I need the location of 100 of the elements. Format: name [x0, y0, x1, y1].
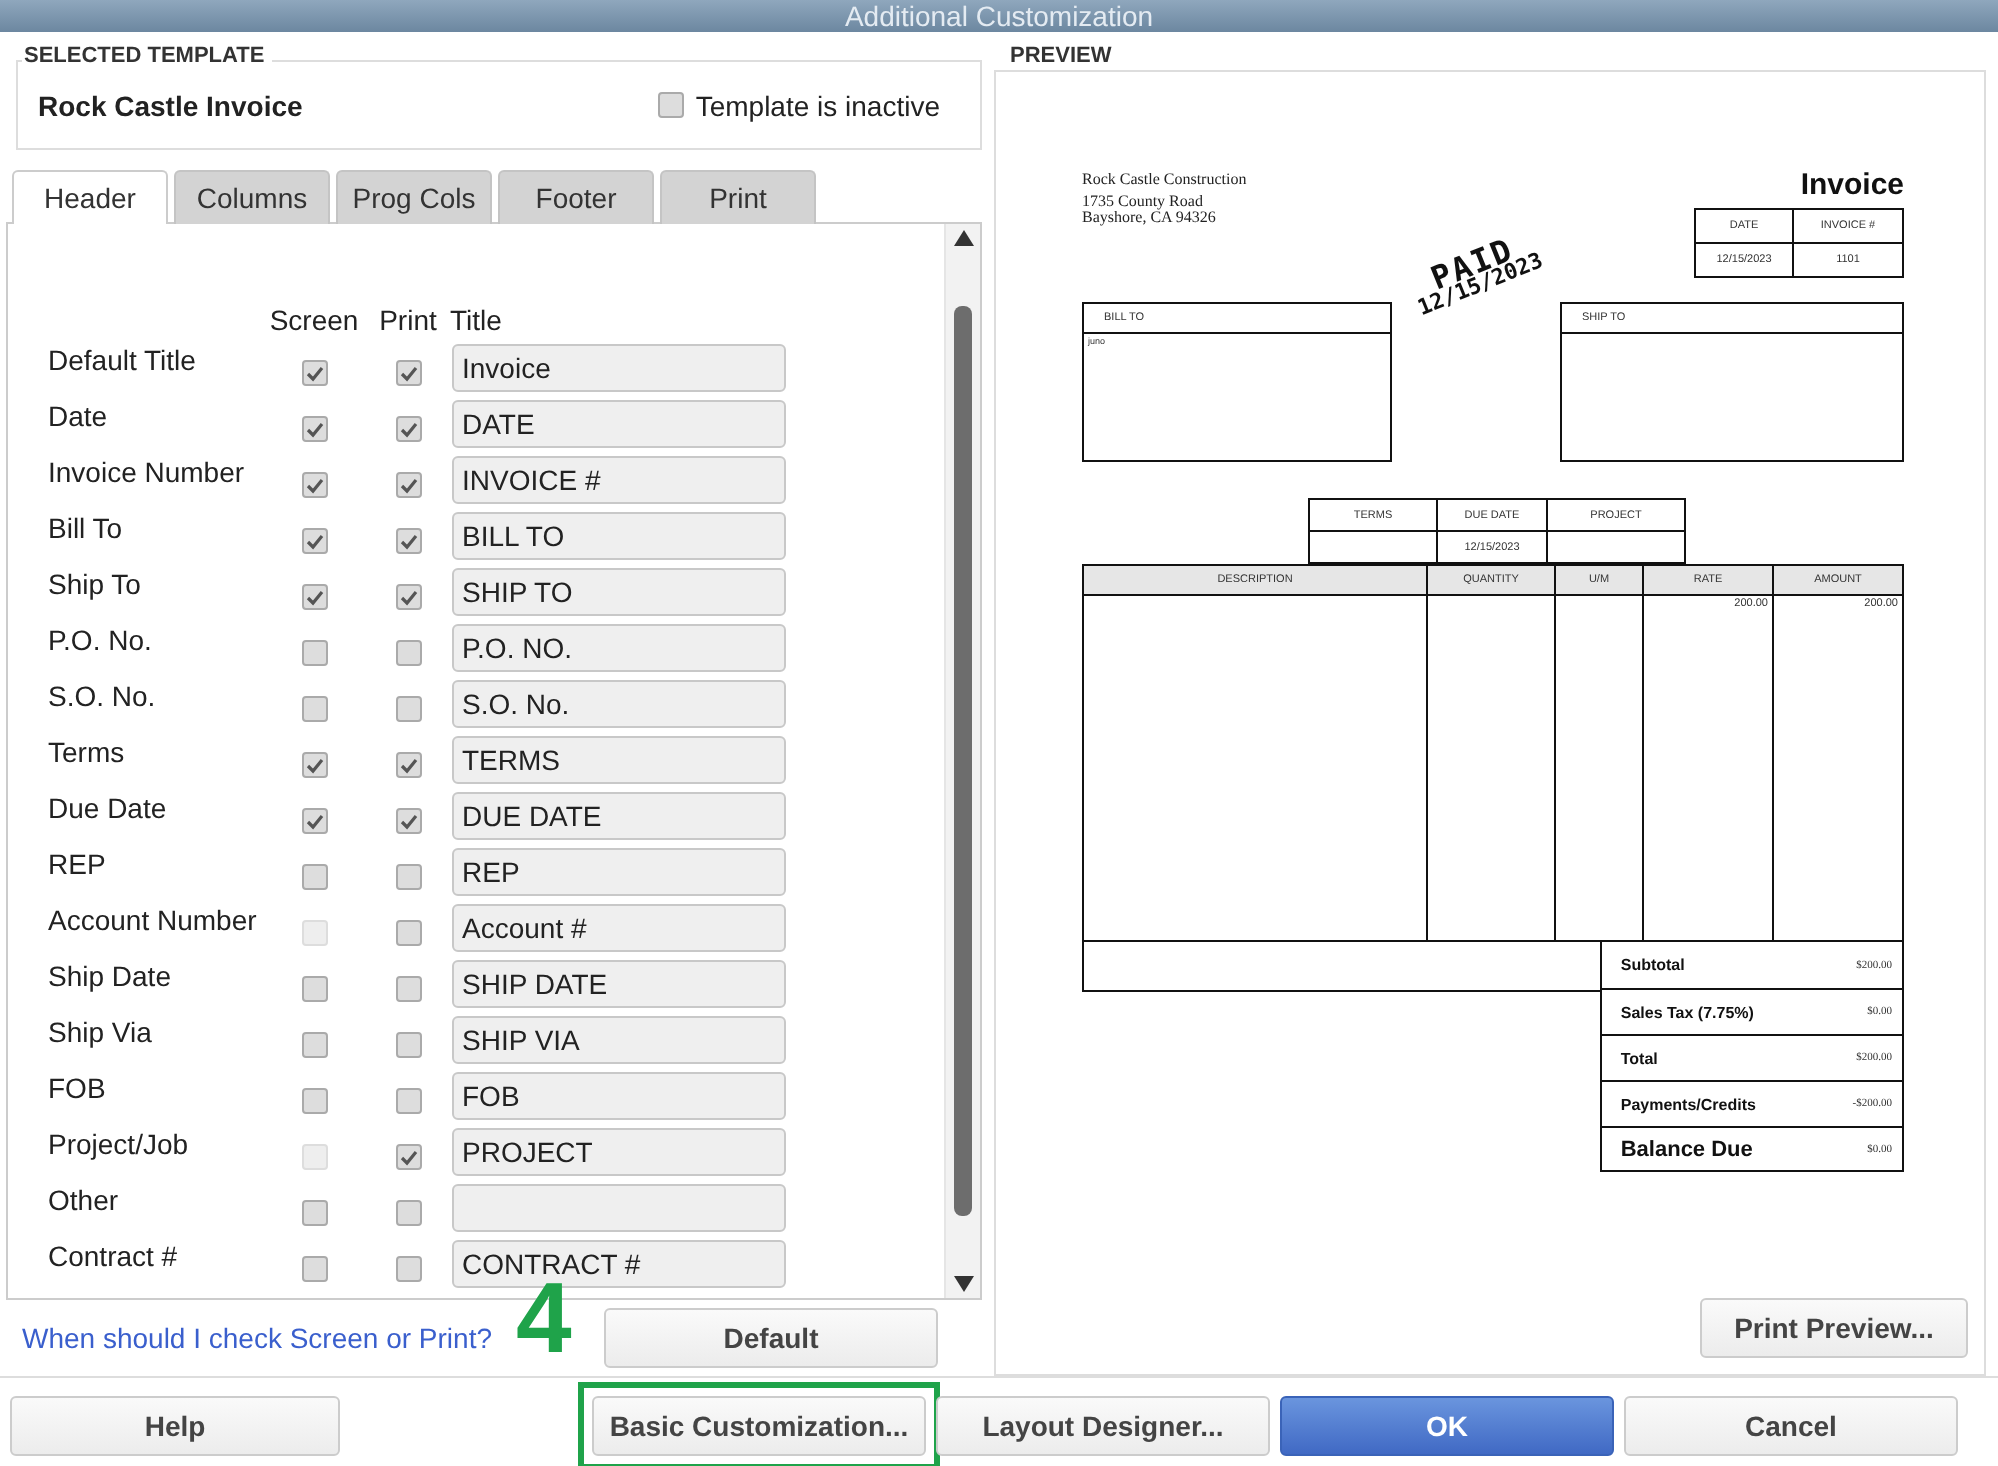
- check-icon: [305, 757, 323, 773]
- field-label: REP: [48, 848, 108, 880]
- checkbox[interactable]: [301, 752, 327, 778]
- checkbox[interactable]: [301, 640, 327, 666]
- checkbox[interactable]: [301, 1088, 327, 1114]
- template-name: Rock Castle Invoice: [38, 89, 303, 121]
- invoice-title: Invoice: [1800, 168, 1904, 202]
- field-label: Ship Date: [48, 960, 173, 992]
- dialog-button[interactable]: Layout Designer...: [936, 1396, 1270, 1456]
- check-icon: [305, 813, 323, 829]
- tab[interactable]: Prog Cols: [336, 170, 492, 224]
- checkbox[interactable]: [301, 864, 327, 890]
- checkbox[interactable]: [301, 416, 327, 442]
- checkbox[interactable]: [395, 584, 421, 610]
- company-address: 1735 County Road Bayshore, CA 94326: [1082, 194, 1218, 226]
- dialog-button[interactable]: OK: [1280, 1396, 1614, 1456]
- preview-legend: PREVIEW: [1010, 44, 1986, 68]
- title-field[interactable]: Invoice: [452, 344, 786, 392]
- checkbox[interactable]: [395, 752, 421, 778]
- field-label: Terms: [48, 736, 127, 768]
- total-label: Total: [1620, 1049, 1658, 1067]
- checkbox[interactable]: [301, 360, 327, 386]
- checkbox[interactable]: [395, 1200, 421, 1226]
- scrollbar[interactable]: [944, 224, 980, 1298]
- title-field[interactable]: DATE: [452, 400, 786, 448]
- title-field[interactable]: [452, 1184, 786, 1232]
- field-label: Contract #: [48, 1240, 180, 1272]
- title-field[interactable]: P.O. NO.: [452, 624, 786, 672]
- total-label: Payments/Credits: [1620, 1095, 1756, 1113]
- title-field[interactable]: SHIP TO: [452, 568, 786, 616]
- checkbox[interactable]: [395, 1088, 421, 1114]
- title-field[interactable]: DUE DATE: [452, 792, 786, 840]
- checkbox[interactable]: [301, 696, 327, 722]
- title-field[interactable]: PROJECT: [452, 1128, 786, 1176]
- check-icon: [305, 477, 323, 493]
- checkbox[interactable]: [395, 416, 421, 442]
- field-label: P.O. No.: [48, 624, 154, 656]
- check-icon: [399, 813, 417, 829]
- checkbox[interactable]: [301, 528, 327, 554]
- checkbox[interactable]: [395, 976, 421, 1002]
- checkbox[interactable]: [301, 1032, 327, 1058]
- tab[interactable]: Print: [660, 170, 816, 224]
- tab[interactable]: Footer: [498, 170, 654, 224]
- title-field[interactable]: SHIP DATE: [452, 960, 786, 1008]
- checkbox[interactable]: [301, 472, 327, 498]
- total-label: Subtotal: [1620, 956, 1685, 974]
- scroll-up-icon[interactable]: [953, 230, 973, 246]
- field-label: Project/Job: [48, 1128, 191, 1160]
- print-preview-button[interactable]: Print Preview...: [1700, 1298, 1968, 1358]
- company-name: Rock Castle Construction: [1082, 172, 1247, 188]
- checkbox[interactable]: [395, 1144, 421, 1170]
- checkbox[interactable]: [395, 528, 421, 554]
- checkbox[interactable]: [657, 92, 684, 118]
- tab[interactable]: Columns: [174, 170, 330, 224]
- check-icon: [305, 533, 323, 549]
- total-label: Sales Tax (7.75%): [1620, 1003, 1754, 1021]
- dialog-button[interactable]: Help: [10, 1396, 340, 1456]
- scroll-thumb[interactable]: [954, 306, 972, 1216]
- scroll-down-icon[interactable]: [953, 1276, 973, 1292]
- checkbox[interactable]: [301, 976, 327, 1002]
- field-label: Due Date: [48, 792, 169, 824]
- check-icon: [399, 477, 417, 493]
- title-field[interactable]: Account #: [452, 904, 786, 952]
- window-title: Additional Customization: [844, 0, 1154, 32]
- total-label: Balance Due: [1620, 1137, 1753, 1161]
- checkbox[interactable]: [395, 1256, 421, 1282]
- field-label: Date: [48, 400, 110, 432]
- tab[interactable]: Header: [12, 170, 168, 224]
- checkbox[interactable]: [395, 360, 421, 386]
- field-label: Default Title: [48, 344, 198, 376]
- checkbox[interactable]: [395, 920, 421, 946]
- check-icon: [399, 757, 417, 773]
- checkbox[interactable]: [301, 1200, 327, 1226]
- dialog-button[interactable]: Cancel: [1624, 1396, 1958, 1456]
- title-field[interactable]: FOB: [452, 1072, 786, 1120]
- checkbox[interactable]: [395, 640, 421, 666]
- title-field[interactable]: S.O. No.: [452, 680, 786, 728]
- check-icon: [399, 1149, 417, 1165]
- field-label: Other: [48, 1184, 121, 1216]
- help-link[interactable]: When should I check Screen or Print?: [22, 1322, 493, 1354]
- field-label: S.O. No.: [48, 680, 158, 712]
- checkbox[interactable]: [395, 864, 421, 890]
- checkbox[interactable]: [395, 696, 421, 722]
- field-label: Ship Via: [48, 1016, 154, 1048]
- field-label: FOB: [48, 1072, 108, 1104]
- title-field[interactable]: SHIP VIA: [452, 1016, 786, 1064]
- title-field[interactable]: BILL TO: [452, 512, 786, 560]
- check-icon: [305, 365, 323, 381]
- checkbox[interactable]: [395, 808, 421, 834]
- dialog-button[interactable]: Basic Customization...: [592, 1396, 926, 1456]
- checkbox[interactable]: [395, 1032, 421, 1058]
- checkbox[interactable]: [395, 472, 421, 498]
- title-field[interactable]: REP: [452, 848, 786, 896]
- checkbox[interactable]: [301, 584, 327, 610]
- checkbox[interactable]: [301, 1256, 327, 1282]
- title-field[interactable]: INVOICE #: [452, 456, 786, 504]
- check-icon: [399, 421, 417, 437]
- checkbox[interactable]: [301, 808, 327, 834]
- title-field[interactable]: TERMS: [452, 736, 786, 784]
- default-button[interactable]: Default: [604, 1308, 939, 1368]
